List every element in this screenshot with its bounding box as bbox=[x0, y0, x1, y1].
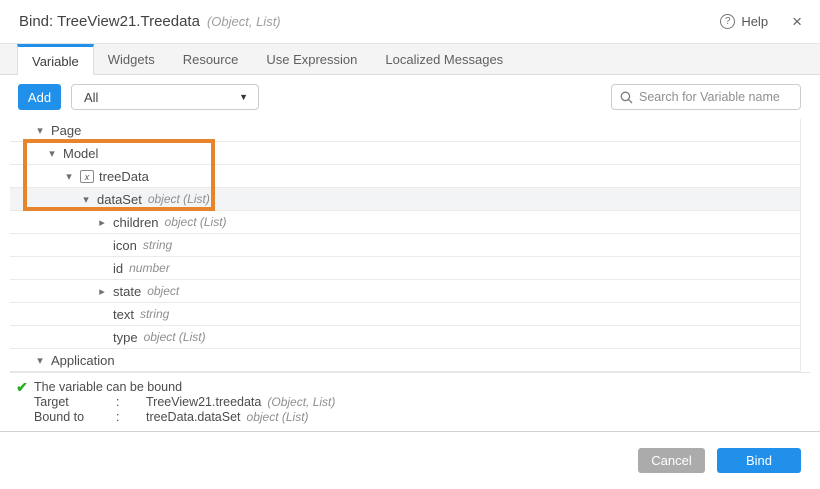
node-label: dataSet bbox=[97, 191, 142, 207]
bound-to-colon: : bbox=[116, 410, 120, 424]
variable-filter-select[interactable]: All ▼ bbox=[71, 84, 259, 110]
node-label: treeData bbox=[99, 168, 149, 184]
tree-row-state[interactable]: ▸ state object bbox=[10, 280, 800, 303]
tab-bar: Variable Widgets Resource Use Expression Loc… bbox=[0, 43, 820, 75]
node-type: string bbox=[142, 238, 173, 252]
variable-icon: x bbox=[80, 169, 94, 183]
tree-row-treedata[interactable]: ▾ x treeData bbox=[10, 165, 800, 188]
node-type: object (List) bbox=[147, 192, 210, 206]
target-colon: : bbox=[116, 395, 120, 409]
node-type: object (List) bbox=[164, 215, 227, 229]
caret-down-icon[interactable]: ▾ bbox=[63, 170, 75, 183]
search-icon bbox=[620, 91, 633, 103]
node-type: object bbox=[147, 284, 180, 298]
tab-localized-messages[interactable]: Localized Messages bbox=[371, 44, 517, 74]
search-input[interactable] bbox=[639, 90, 792, 104]
tree-row-application[interactable]: ▾ Application bbox=[10, 349, 800, 372]
tree-row-dataset[interactable]: ▾ dataSet object (List) bbox=[10, 188, 800, 211]
tab-use-expression[interactable]: Use Expression bbox=[252, 44, 371, 74]
help-label: Help bbox=[741, 14, 769, 29]
status-bound-row: Bound to: treeData.dataSet object (List) bbox=[34, 410, 810, 425]
node-label: type bbox=[113, 329, 138, 345]
caret-right-icon[interactable]: ▸ bbox=[96, 285, 108, 298]
target-value: TreeView21.treedata bbox=[146, 395, 262, 409]
node-label: Model bbox=[63, 145, 99, 161]
variable-toolbar: Add All ▼ bbox=[0, 75, 820, 110]
bind-button[interactable]: Bind bbox=[717, 448, 801, 473]
node-label: children bbox=[113, 214, 159, 230]
help-icon: ? bbox=[720, 14, 736, 29]
status-target-row: Target: TreeView21.treedata (Object, List) bbox=[34, 395, 810, 410]
caret-right-icon[interactable]: ▸ bbox=[96, 216, 108, 229]
binding-status: ✔ The variable can be bound Target: TreeV… bbox=[10, 372, 810, 425]
node-label: id bbox=[113, 260, 124, 276]
dialog-titlebar: Bind: TreeView21.Treedata (Object, List)… bbox=[0, 0, 820, 43]
bound-to-label: Bound to bbox=[34, 410, 85, 424]
bind-dialog: Bind: TreeView21.Treedata (Object, List)… bbox=[0, 0, 820, 489]
variable-tree: ▾ Page ▾ Model ▾ x treeData ▾ dataSet object (Lis… bbox=[10, 119, 801, 372]
select-caret-icon: ▼ bbox=[239, 92, 248, 102]
node-label: Application bbox=[51, 352, 115, 368]
success-check-icon: ✔ bbox=[16, 379, 28, 395]
status-message: The variable can be bound bbox=[34, 380, 183, 394]
dialog-footer: Cancel Bind bbox=[0, 431, 820, 489]
tree-row-icon[interactable]: ▸iconstring bbox=[10, 234, 800, 257]
tree-row-model[interactable]: ▾ Model bbox=[10, 142, 800, 165]
dialog-title-type: (Object, List) bbox=[206, 14, 281, 29]
target-type: (Object, List) bbox=[267, 395, 336, 409]
close-icon[interactable]: × bbox=[792, 13, 802, 30]
caret-down-icon[interactable]: ▾ bbox=[80, 193, 92, 206]
node-type: number bbox=[129, 261, 170, 275]
tab-variable[interactable]: Variable bbox=[17, 44, 94, 75]
tree-row-text[interactable]: ▸textstring bbox=[10, 303, 800, 326]
tree-row-type[interactable]: ▸typeobject (List) bbox=[10, 326, 800, 349]
node-label: text bbox=[113, 306, 134, 322]
dialog-title: Bind: TreeView21.Treedata bbox=[19, 13, 200, 30]
bound-to-value: treeData.dataSet bbox=[146, 410, 241, 424]
caret-down-icon[interactable]: ▾ bbox=[46, 147, 58, 160]
help-button[interactable]: ? Help bbox=[720, 14, 768, 29]
node-label: Page bbox=[51, 122, 82, 138]
tab-widgets[interactable]: Widgets bbox=[94, 44, 169, 74]
tab-resource[interactable]: Resource bbox=[169, 44, 253, 74]
node-type: string bbox=[139, 307, 170, 321]
caret-down-icon[interactable]: ▾ bbox=[34, 124, 46, 137]
node-label: state bbox=[113, 283, 142, 299]
caret-down-icon[interactable]: ▾ bbox=[34, 354, 46, 367]
target-label: Target bbox=[34, 395, 69, 409]
cancel-button[interactable]: Cancel bbox=[638, 448, 705, 473]
tree-row-id[interactable]: ▸idnumber bbox=[10, 257, 800, 280]
add-variable-button[interactable]: Add bbox=[18, 84, 61, 110]
bound-to-type: object (List) bbox=[246, 410, 309, 424]
tree-row-page[interactable]: ▾ Page bbox=[10, 119, 800, 142]
node-label: icon bbox=[113, 237, 137, 253]
node-type: object (List) bbox=[143, 330, 206, 344]
tree-row-children[interactable]: ▸ children object (List) bbox=[10, 211, 800, 234]
variable-search-box bbox=[611, 84, 801, 110]
variable-filter-value: All bbox=[84, 89, 99, 105]
